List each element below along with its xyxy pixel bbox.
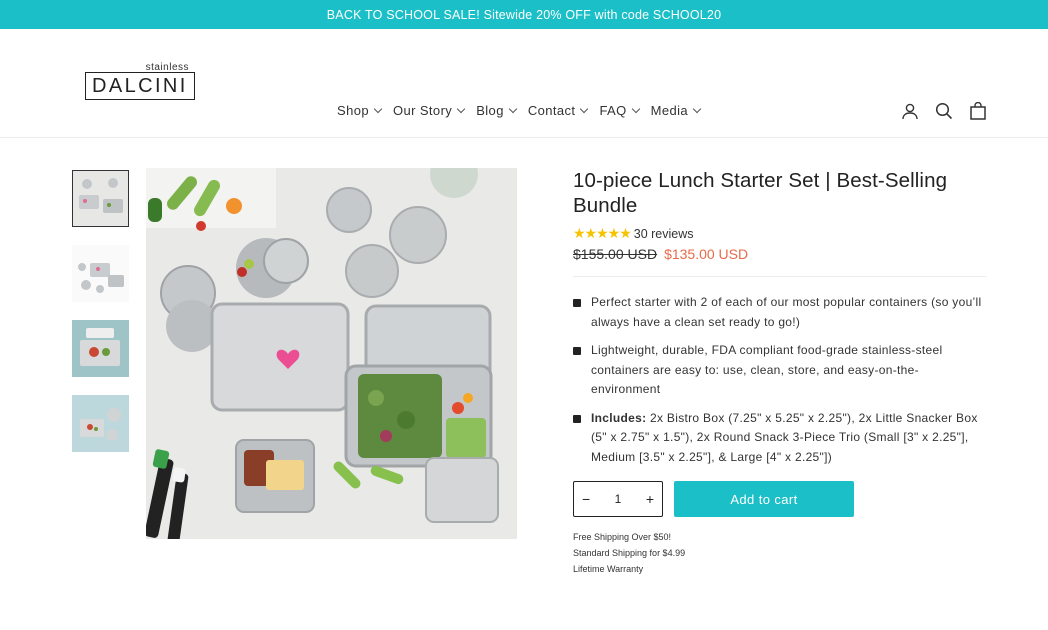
nav-item-contact[interactable]: Contact [527, 103, 589, 118]
star-rating-icon: ★★★★★ [573, 225, 632, 241]
quantity-stepper: − 1 + [573, 481, 663, 517]
feature-text: Perfect starter with 2 of each of our mo… [591, 295, 982, 329]
shipping-note: Free Shipping Over $50! [573, 532, 672, 542]
shipping-notes: Free Shipping Over $50! Standard Shippin… [573, 529, 986, 577]
thumbnail-gallery [72, 170, 129, 470]
site-header: stainless DALCINI Shop Our Story Blog Co… [0, 29, 1048, 138]
nav-label: Media [650, 103, 689, 118]
add-to-cart-button[interactable]: Add to cart [674, 481, 854, 517]
chevron-down-icon [692, 104, 702, 113]
product-title: 10-piece Lunch Starter Set | Best-Sellin… [573, 169, 948, 217]
product-rating[interactable]: ★★★★★ 30 reviews [573, 225, 986, 242]
thumbnail-4[interactable] [72, 395, 129, 452]
logo[interactable]: stainless DALCINI [85, 62, 197, 100]
nav-label: Contact [527, 103, 576, 118]
thumbnail-3[interactable] [72, 320, 129, 377]
chevron-down-icon [373, 104, 383, 113]
feature-item: Perfect starter with 2 of each of our mo… [573, 293, 986, 332]
quantity-decrease-button[interactable]: − [582, 491, 590, 507]
nav-label: Blog [476, 103, 504, 118]
quantity-value[interactable]: 1 [615, 492, 622, 506]
price-block: $155.00 USD $135.00 USD [573, 246, 986, 262]
feature-bold: Includes: [591, 410, 647, 425]
quantity-increase-button[interactable]: + [646, 491, 654, 507]
sale-price: $135.00 USD [664, 246, 749, 262]
chevron-down-icon [456, 104, 466, 113]
product-info: 10-piece Lunch Starter Set | Best-Sellin… [573, 168, 986, 577]
chevron-down-icon [631, 104, 640, 113]
nav-item-media[interactable]: Media [650, 103, 702, 118]
logo-brand: DALCINI [85, 72, 195, 100]
nav-item-our-story[interactable]: Our Story [392, 103, 466, 118]
nav-item-blog[interactable]: Blog [476, 103, 518, 118]
nav-item-faq[interactable]: FAQ [599, 103, 640, 118]
original-price: $155.00 USD [573, 246, 658, 262]
divider [573, 276, 986, 277]
feature-list: Perfect starter with 2 of each of our mo… [573, 293, 986, 467]
review-count: 30 reviews [633, 226, 694, 241]
feature-item: Lightweight, durable, FDA compliant food… [573, 341, 986, 400]
product-main-image[interactable] [146, 168, 517, 539]
chevron-down-icon [508, 104, 518, 113]
nav-label: Shop [337, 103, 369, 118]
feature-item: Includes: 2x Bistro Box (7.25" x 5.25" x… [573, 409, 986, 468]
announcement-bar: BACK TO SCHOOL SALE! Sitewide 20% OFF wi… [0, 0, 1048, 29]
header-icons [901, 101, 987, 120]
shipping-note: Standard Shipping for $4.99 [573, 548, 686, 558]
warranty-note: Lifetime Warranty [573, 564, 644, 574]
nav-label: FAQ [599, 103, 627, 118]
chevron-down-icon [580, 104, 589, 113]
nav-label: Our Story [392, 103, 453, 118]
search-icon[interactable] [935, 102, 953, 120]
announcement-text: BACK TO SCHOOL SALE! Sitewide 20% OFF wi… [326, 7, 722, 22]
user-icon[interactable] [901, 102, 919, 120]
cucumber-illustration [148, 198, 162, 222]
thumbnail-1[interactable] [72, 170, 129, 227]
feature-text: Lightweight, durable, FDA compliant food… [591, 343, 943, 396]
bag-icon[interactable] [969, 101, 987, 120]
nav-item-shop[interactable]: Shop [337, 103, 383, 118]
thumbnail-2[interactable] [72, 245, 129, 302]
main-nav: Shop Our Story Blog Contact FAQ Media [337, 103, 702, 118]
purchase-row: − 1 + Add to cart [573, 481, 986, 517]
feature-text: 2x Bistro Box (7.25" x 5.25" x 2.25"), 2… [591, 410, 978, 464]
